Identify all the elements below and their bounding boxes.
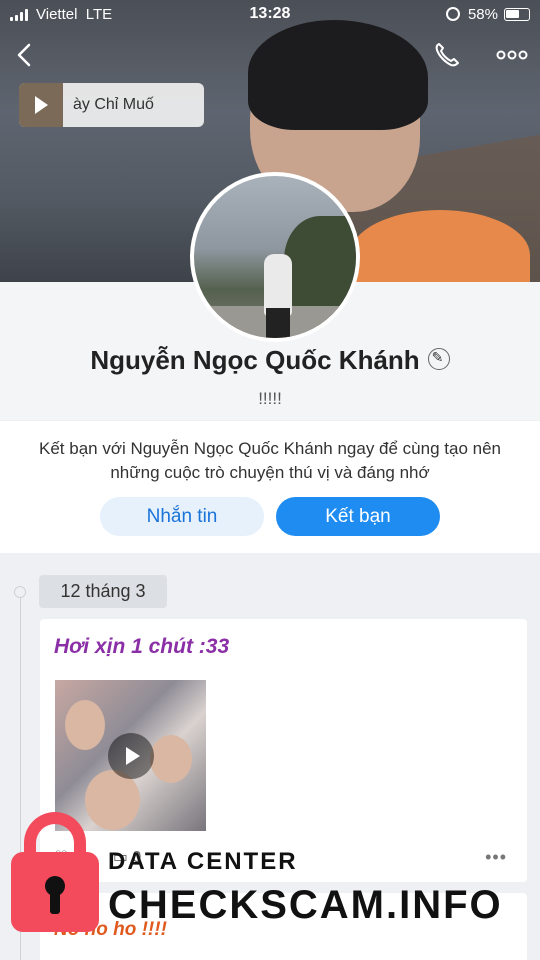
- watermark-line2: CHECKSCAM.INFO: [108, 883, 503, 927]
- post-card: Hơi xịn 1 chút :33 ♡ 4 ▭ 0 •••: [40, 619, 527, 882]
- more-horizontal-icon: [496, 50, 528, 60]
- profile-bio: !!!!!: [258, 389, 282, 408]
- avatar-person-legs: [266, 308, 290, 338]
- profile-name: Nguyễn Ngọc Quốc Khánh: [0, 345, 540, 376]
- pencil-icon[interactable]: [427, 348, 450, 371]
- friend-prompt-message: Kết bạn với Nguyễn Ngọc Quốc Khánh ngay …: [39, 439, 501, 482]
- call-button[interactable]: [432, 40, 462, 70]
- video-face: [150, 735, 192, 783]
- avatar-person: [264, 254, 292, 316]
- post-video[interactable]: [55, 680, 206, 831]
- friend-prompt: Kết bạn với Nguyễn Ngọc Quốc Khánh ngay …: [0, 421, 540, 553]
- battery-icon: [504, 8, 530, 21]
- post-caption: Hơi xịn 1 chút :33: [54, 635, 230, 658]
- music-title: ày Chỉ Muố: [73, 96, 154, 113]
- video-face: [65, 700, 105, 750]
- lock-icon: [11, 812, 99, 932]
- timeline-date: 12 tháng 3: [39, 575, 167, 608]
- cover-hair: [248, 20, 428, 130]
- add-friend-button[interactable]: Kết bạn: [276, 497, 440, 536]
- phone-icon: [435, 43, 459, 67]
- play-icon: [108, 733, 154, 779]
- back-button[interactable]: [10, 40, 40, 70]
- battery-percent: 58%: [467, 6, 498, 23]
- more-options-button[interactable]: [494, 42, 530, 68]
- profile-name-text: Nguyễn Ngọc Quốc Khánh: [90, 345, 420, 375]
- post-more-icon[interactable]: •••: [485, 847, 507, 868]
- chevron-left-icon: [17, 43, 31, 67]
- message-button[interactable]: Nhắn tin: [100, 497, 264, 536]
- watermark-line1: DATA CENTER: [108, 848, 298, 875]
- status-bar: Viettel LTE 13:28 58%: [0, 0, 540, 30]
- timeline-dot: [14, 586, 26, 598]
- orientation-lock-icon: [446, 7, 460, 21]
- music-play-icon: [19, 83, 63, 127]
- avatar[interactable]: [190, 172, 360, 342]
- profile-music-chip[interactable]: ày Chỉ Muố: [19, 83, 204, 127]
